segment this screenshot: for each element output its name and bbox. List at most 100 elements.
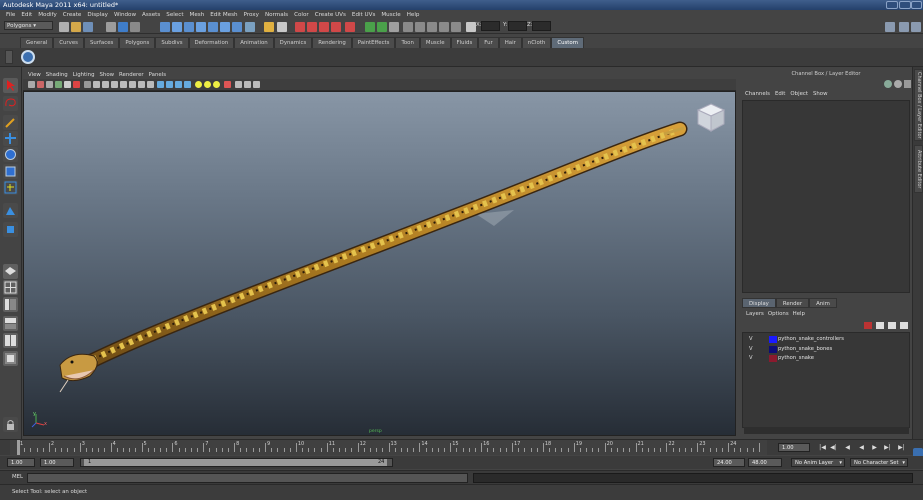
pick-mask-icon[interactable] xyxy=(196,22,206,32)
shelf-tab-deformation[interactable]: Deformation xyxy=(188,37,235,48)
channel-menu-edit[interactable]: Edit xyxy=(775,91,785,97)
transform-mode-icon[interactable] xyxy=(466,22,476,32)
channel-box-icon[interactable] xyxy=(884,80,892,88)
layer-row[interactable]: Vpython_snake_controllers xyxy=(743,335,909,344)
isolate-select-icon[interactable] xyxy=(224,81,231,88)
pick-mask-icon[interactable] xyxy=(220,22,230,32)
layer-menu-layers[interactable]: Layers xyxy=(746,311,764,317)
input-line-icon[interactable] xyxy=(451,22,461,32)
layer-scrollbar[interactable] xyxy=(744,427,909,434)
make-live-icon[interactable] xyxy=(331,22,341,32)
shelf-tab-rendering[interactable]: Rendering xyxy=(312,37,352,48)
shelf-tab-fur[interactable]: Fur xyxy=(478,37,499,48)
snap-grid-icon[interactable] xyxy=(277,22,287,32)
menu-create[interactable]: Create xyxy=(63,12,82,18)
current-frame-field[interactable]: 1.00 xyxy=(778,443,810,452)
scale-tool-icon[interactable] xyxy=(3,164,18,179)
go-to-end-button[interactable]: ▶| xyxy=(897,443,906,452)
panel-menu-lighting[interactable]: Lighting xyxy=(73,72,95,78)
rotate-tool-icon[interactable] xyxy=(3,147,18,162)
shelf-tab-painteffects[interactable]: PaintEffects xyxy=(351,37,396,48)
shelf-tab-subdivs[interactable]: Subdivs xyxy=(155,37,189,48)
textured-icon[interactable] xyxy=(184,81,191,88)
input-line-icon[interactable] xyxy=(403,22,413,32)
x-field[interactable] xyxy=(481,21,500,31)
go-to-start-button[interactable]: |◀ xyxy=(818,443,827,452)
menu-edit-mesh[interactable]: Edit Mesh xyxy=(210,12,237,18)
maximize-button[interactable] xyxy=(899,1,911,9)
safe-action-icon[interactable] xyxy=(129,81,136,88)
panel-menu-show[interactable]: Show xyxy=(100,72,115,78)
panel-menu-shading[interactable]: Shading xyxy=(46,72,68,78)
view-cube[interactable] xyxy=(696,102,726,132)
step-back-frame-button[interactable]: ◀ xyxy=(843,443,852,452)
pick-mask-icon[interactable] xyxy=(172,22,182,32)
shelf-tab-surfaces[interactable]: Surfaces xyxy=(83,37,120,48)
layer-row[interactable]: Vpython_snake_bones xyxy=(743,345,909,354)
shelf-tab-fluids[interactable]: Fluids xyxy=(450,37,479,48)
y-field[interactable] xyxy=(508,21,527,31)
menu-select[interactable]: Select xyxy=(166,12,183,18)
channel-menu-show[interactable]: Show xyxy=(813,91,828,97)
move-layer-down-icon[interactable] xyxy=(876,322,884,329)
shelf-tab-custom[interactable]: Custom xyxy=(551,37,584,48)
channel-menu-channels[interactable]: Channels xyxy=(745,91,770,97)
history-icon[interactable] xyxy=(345,22,355,32)
wireframe-on-shaded-icon[interactable] xyxy=(175,81,182,88)
panel-menu-panels[interactable]: Panels xyxy=(149,72,166,78)
menu-normals[interactable]: Normals xyxy=(265,12,288,18)
new-scene-icon[interactable] xyxy=(59,22,69,32)
custom-shelf-tool-icon[interactable] xyxy=(21,50,35,64)
open-scene-icon[interactable] xyxy=(71,22,81,32)
minimize-button[interactable] xyxy=(886,1,898,9)
show-manipulator-icon[interactable] xyxy=(3,222,18,237)
menu-mesh[interactable]: Mesh xyxy=(190,12,205,18)
backface-culling-icon[interactable] xyxy=(244,81,251,88)
select-component-icon[interactable] xyxy=(130,22,140,32)
end-time-field[interactable]: 48.00 xyxy=(748,458,782,467)
menu-edit[interactable]: Edit xyxy=(21,12,32,18)
high-quality-icon[interactable] xyxy=(253,81,260,88)
play-backwards-button[interactable]: ◀ xyxy=(857,443,866,452)
select-tool-icon[interactable] xyxy=(3,78,18,93)
xray-joints-icon[interactable] xyxy=(235,81,242,88)
xray-icon[interactable] xyxy=(147,81,154,88)
shelf-tab-ncloth[interactable]: nCloth xyxy=(521,37,552,48)
select-hierarchy-icon[interactable] xyxy=(106,22,116,32)
pick-mask-icon[interactable] xyxy=(160,22,170,32)
grid-icon[interactable] xyxy=(84,81,91,88)
mel-label[interactable]: MEL xyxy=(12,474,23,480)
play-forwards-button[interactable]: ▶ xyxy=(870,443,879,452)
perspective-viewport[interactable]: y x persp xyxy=(23,91,736,436)
shelf-tab-hair[interactable]: Hair xyxy=(498,37,522,48)
panel-menu-view[interactable]: View xyxy=(28,72,41,78)
menu-create-uvs[interactable]: Create UVs xyxy=(315,12,346,18)
menu-set-dropdown[interactable]: Polygons ▾ xyxy=(4,21,53,30)
select-object-icon[interactable] xyxy=(118,22,128,32)
move-layer-up-icon[interactable] xyxy=(864,322,872,329)
current-time-marker[interactable] xyxy=(17,440,20,455)
range-bar[interactable]: 1 24 xyxy=(80,458,393,467)
bookmarks-icon[interactable] xyxy=(46,81,53,88)
attribute-editor-toggle-icon[interactable] xyxy=(885,22,895,32)
layer-visibility-toggle[interactable]: V xyxy=(749,335,753,344)
tool-settings-toggle-icon[interactable] xyxy=(899,22,909,32)
layer-visibility-toggle[interactable]: V xyxy=(749,354,753,363)
snap-view-plane-icon[interactable] xyxy=(319,22,329,32)
save-scene-icon[interactable] xyxy=(83,22,93,32)
persp-outliner-layout-icon[interactable] xyxy=(3,297,18,312)
select-camera-icon[interactable] xyxy=(37,81,44,88)
four-view-layout-icon[interactable] xyxy=(3,280,18,295)
render-settings-icon[interactable] xyxy=(389,22,399,32)
step-back-key-button[interactable]: ◀| xyxy=(829,443,838,452)
menu-display[interactable]: Display xyxy=(87,12,108,18)
hypershade-layout-icon[interactable] xyxy=(3,333,18,348)
shadows-icon[interactable] xyxy=(213,81,220,88)
input-line-icon[interactable] xyxy=(439,22,449,32)
universal-manipulator-icon[interactable] xyxy=(3,180,18,195)
layer-menu-options[interactable]: Options xyxy=(768,311,789,317)
smooth-shade-icon[interactable] xyxy=(166,81,173,88)
layer-row[interactable]: Vpython_snake xyxy=(743,354,909,363)
field-chart-icon[interactable] xyxy=(120,81,127,88)
ipr-render-icon[interactable] xyxy=(377,22,387,32)
